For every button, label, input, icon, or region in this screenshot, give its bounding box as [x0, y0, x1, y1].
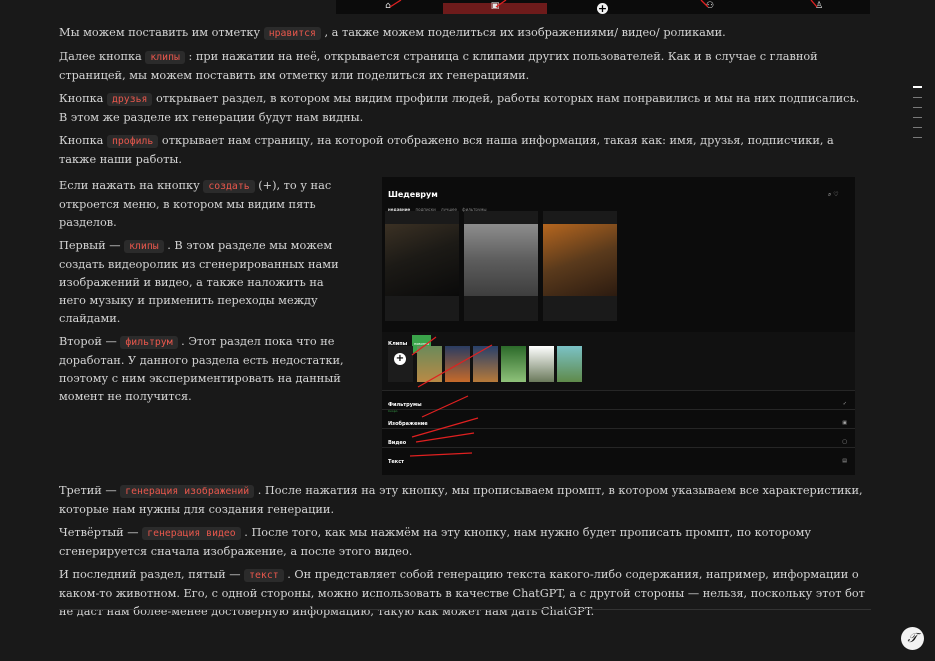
- inline-code: генерация изображений: [120, 485, 255, 498]
- inline-code: друзья: [107, 93, 153, 106]
- paragraph: Первый — клипы . В этом разделе мы можем…: [59, 239, 339, 325]
- top-navigation-bar: ⌂ ▣ + ⚇ ♙: [336, 0, 870, 14]
- inline-code: генерация видео: [142, 527, 241, 540]
- left-column-text: Если нажать на кнопку создать (+), то у …: [59, 177, 351, 411]
- toc-item[interactable]: [913, 127, 922, 128]
- inline-code: создать: [203, 180, 255, 193]
- inline-code: текст: [244, 569, 284, 582]
- two-column-block: Если нажать на кнопку создать (+), то у …: [59, 177, 871, 482]
- table-of-contents-indicator[interactable]: [913, 86, 922, 147]
- text-format-button[interactable]: 𝒯: [901, 627, 924, 650]
- inline-code: клипы: [124, 240, 164, 253]
- annotation-arrows: [409, 336, 493, 457]
- toc-item[interactable]: [913, 137, 922, 138]
- inline-code: фильтрум: [120, 336, 178, 349]
- toc-item[interactable]: [913, 97, 922, 98]
- toc-item[interactable]: [913, 86, 922, 88]
- paragraph: Четвёртый — генерация видео . После того…: [59, 526, 811, 558]
- article-body: Мы можем поставить им отметку нравится ,…: [59, 24, 871, 626]
- inline-code: профиль: [107, 135, 159, 148]
- paragraph: Второй — фильтрум . Этот раздел пока что…: [59, 335, 344, 403]
- embedded-app-screenshot: Шедеврум недавние подписки лучшее фильтр…: [382, 177, 855, 475]
- paragraph: Кнопка профиль открывает нам страницу, н…: [59, 134, 834, 166]
- toc-item[interactable]: [913, 107, 922, 108]
- inline-code: клипы: [145, 51, 185, 64]
- paragraph: Мы можем поставить им отметку нравится ,…: [59, 26, 726, 40]
- inline-code: нравится: [263, 27, 321, 40]
- annotation-arrows-top: [389, 0, 818, 8]
- bottom-divider: [59, 609, 871, 610]
- paragraph: И последний раздел, пятый — текст . Он п…: [59, 568, 865, 618]
- paragraph: Далее кнопка клипы : при нажатии на неё,…: [59, 50, 818, 82]
- toc-item[interactable]: [913, 117, 922, 118]
- paragraph: Кнопка друзья открывает раздел, в которо…: [59, 92, 860, 124]
- paragraph: Если нажать на кнопку создать (+), то у …: [59, 179, 332, 229]
- paragraph: Третий — генерация изображений . После н…: [59, 484, 863, 516]
